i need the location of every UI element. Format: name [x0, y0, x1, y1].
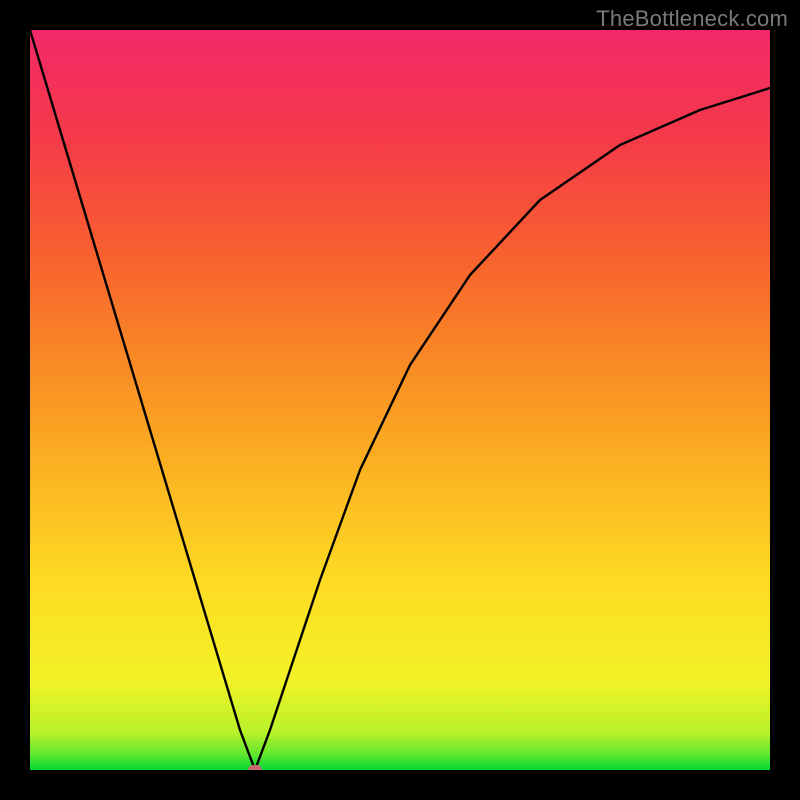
plot-area [30, 30, 770, 770]
watermark-text: TheBottleneck.com [596, 6, 788, 32]
minimum-marker-icon [248, 765, 262, 770]
chart-frame: TheBottleneck.com [0, 0, 800, 800]
bottleneck-curve [30, 30, 770, 770]
